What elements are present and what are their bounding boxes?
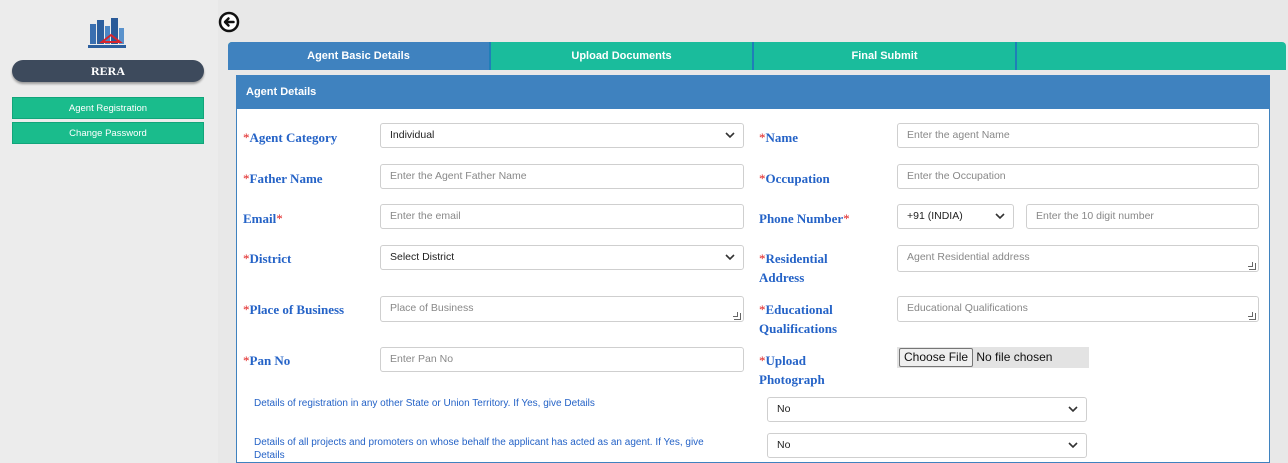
other-projects-select[interactable]: No xyxy=(767,433,1087,458)
district-label: *District xyxy=(243,251,292,266)
upload-photograph-label: *Upload Photograph xyxy=(759,353,825,387)
agent-details-panel: Agent Details *Agent Category Individual… xyxy=(236,75,1270,463)
chevron-down-icon xyxy=(1068,442,1078,449)
email-label: Email* xyxy=(243,211,283,226)
place-of-business-label: *Place of Business xyxy=(243,302,345,317)
educational-qualifications-label: *Educational Qualifications xyxy=(759,302,838,336)
chevron-down-icon xyxy=(995,213,1005,220)
resize-handle[interactable] xyxy=(1248,312,1256,320)
occupation-label: *Occupation xyxy=(759,171,830,186)
father-name-input[interactable]: Enter the Agent Father Name xyxy=(380,164,744,189)
sidebar: RERA Agent Registration Change Password xyxy=(0,0,218,463)
sidebar-item-agent-registration[interactable]: Agent Registration xyxy=(12,97,204,119)
district-select[interactable]: Select District xyxy=(380,245,744,270)
phone-number-label: Phone Number* xyxy=(759,211,850,226)
choose-file-button[interactable]: Choose File xyxy=(899,348,974,367)
resize-handle[interactable] xyxy=(1248,262,1256,270)
photograph-file-input[interactable]: Choose File No file chosen xyxy=(897,347,1089,368)
panel-title: Agent Details xyxy=(237,76,1269,109)
other-registration-select[interactable]: No xyxy=(767,397,1087,422)
pan-no-input[interactable]: Enter Pan No xyxy=(380,347,744,372)
name-label: *Name xyxy=(759,130,798,145)
agent-category-select[interactable]: Individual xyxy=(380,123,744,148)
back-arrow-icon[interactable] xyxy=(218,11,240,33)
brand-bar: RERA xyxy=(12,60,204,82)
place-of-business-textarea[interactable]: Place of Business xyxy=(380,296,744,322)
resize-handle[interactable] xyxy=(733,312,741,320)
phone-number-input[interactable]: Enter the 10 digit number xyxy=(1026,204,1259,229)
tab-bar: Agent Basic Details Upload Documents Fin… xyxy=(228,42,1286,70)
chevron-down-icon xyxy=(725,254,735,261)
agent-category-label: *Agent Category xyxy=(243,130,338,145)
pan-no-label: *Pan No xyxy=(243,353,291,368)
name-input[interactable]: Enter the agent Name xyxy=(897,123,1259,148)
other-projects-question: Details of all projects and promoters on… xyxy=(254,437,704,461)
residential-address-textarea[interactable]: Agent Residential address xyxy=(897,245,1259,272)
tab-agent-basic-details[interactable]: Agent Basic Details xyxy=(228,42,491,70)
sidebar-item-change-password[interactable]: Change Password xyxy=(12,122,204,144)
educational-qualifications-textarea[interactable]: Educational Qualifications xyxy=(897,296,1259,322)
residential-address-label: *Residential Address xyxy=(759,251,828,285)
tab-final-submit[interactable]: Final Submit xyxy=(754,42,1017,70)
occupation-input[interactable]: Enter the Occupation xyxy=(897,164,1259,189)
building-logo-icon xyxy=(88,18,126,48)
chevron-down-icon xyxy=(725,132,735,139)
email-input[interactable]: Enter the email xyxy=(380,204,744,229)
tab-upload-documents[interactable]: Upload Documents xyxy=(491,42,754,70)
file-status: No file chosen xyxy=(976,350,1053,364)
chevron-down-icon xyxy=(1068,406,1078,413)
country-code-select[interactable]: +91 (INDIA) xyxy=(897,204,1014,229)
other-registration-question: Details of registration in any other Sta… xyxy=(254,398,595,409)
father-name-label: *Father Name xyxy=(243,171,323,186)
